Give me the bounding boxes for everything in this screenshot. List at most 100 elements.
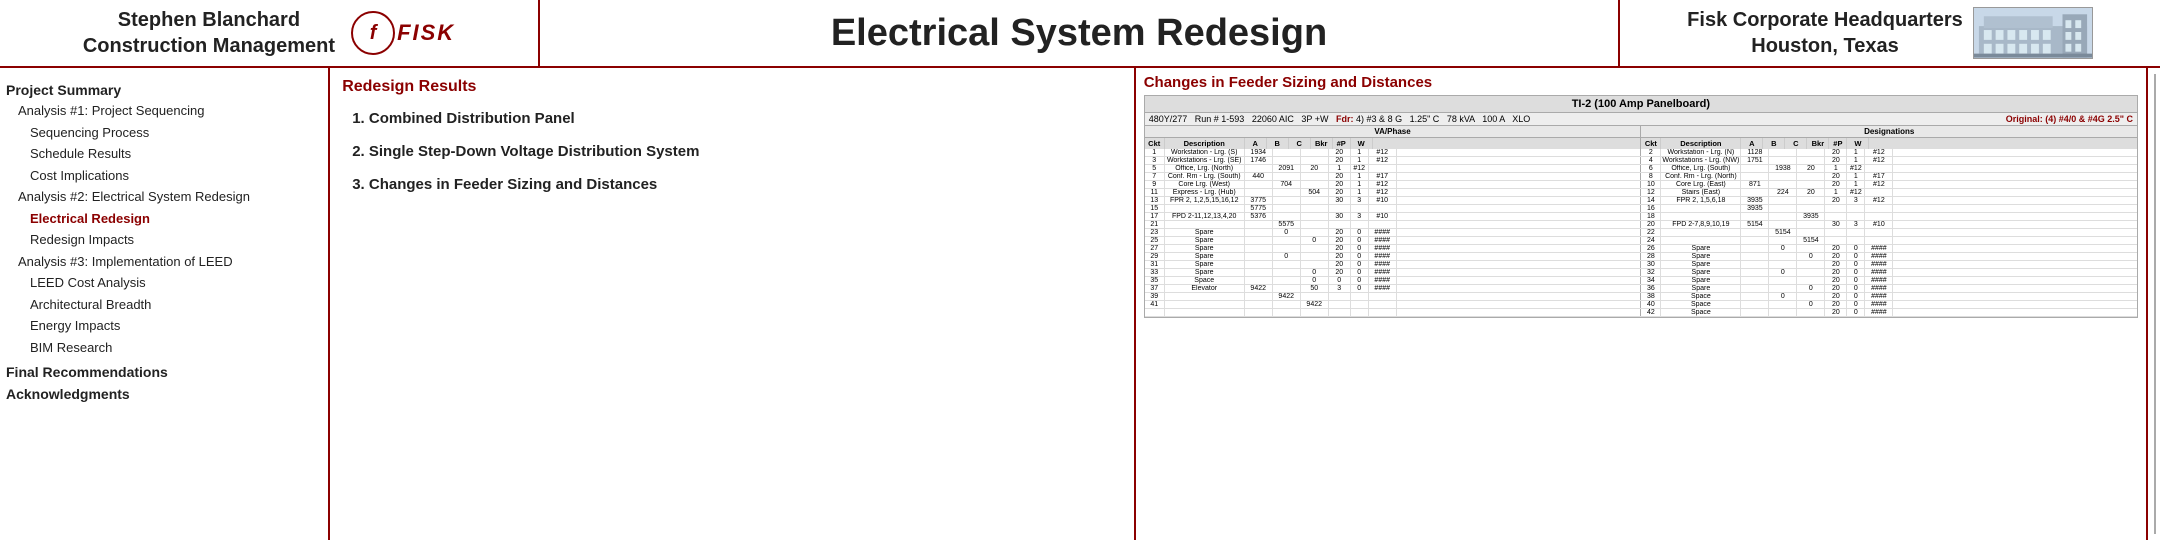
- sidebar-item-analysis1[interactable]: Analysis #1: Project Sequencing: [6, 100, 322, 122]
- cell: ####: [1369, 261, 1397, 268]
- cell: 20: [1329, 229, 1351, 236]
- sidebar-item-analysis3[interactable]: Analysis #3: Implementation of LEED: [6, 251, 322, 273]
- cell: 22: [1641, 229, 1661, 236]
- cell: 8: [1641, 173, 1661, 180]
- cell: [1865, 189, 1893, 196]
- col-header-left-bkr: Bkr: [1311, 138, 1333, 149]
- cell: [1797, 261, 1825, 268]
- cell: #12: [1865, 197, 1893, 204]
- cell: [1351, 221, 1369, 228]
- cell: [1825, 237, 1847, 244]
- cell: [1769, 253, 1797, 260]
- cell: Spare: [1165, 269, 1245, 276]
- cell: Space: [1165, 277, 1245, 284]
- cell: 29: [1145, 253, 1165, 260]
- cell: 38: [1641, 293, 1661, 300]
- cell: [1741, 301, 1769, 308]
- cell: Express - Lrg. (Hub): [1165, 189, 1245, 196]
- cell: [1165, 205, 1245, 212]
- cell: [1865, 237, 1893, 244]
- cell: [1769, 301, 1797, 308]
- cell: [1797, 293, 1825, 300]
- sidebar-item-final-recommendations: Final Recommendations: [6, 364, 322, 380]
- cell: #17: [1369, 173, 1397, 180]
- sidebar-item-architectural-breadth[interactable]: Architectural Breadth: [6, 294, 322, 316]
- cell: 32: [1641, 269, 1661, 276]
- cell: #12: [1369, 149, 1397, 156]
- sidebar-item-redesign-impacts[interactable]: Redesign Impacts: [6, 229, 322, 251]
- cell: 3775: [1245, 197, 1273, 204]
- sidebar-item-cost-implications[interactable]: Cost Implications: [6, 165, 322, 187]
- cell: [1273, 269, 1301, 276]
- col-header-right-#p: #P: [1829, 138, 1847, 149]
- cell: Spare: [1165, 245, 1245, 252]
- cell: [1301, 261, 1329, 268]
- cell: [1245, 269, 1273, 276]
- cell: 14: [1641, 197, 1661, 204]
- sidebar-item-schedule-results[interactable]: Schedule Results: [6, 143, 322, 165]
- cell: Elevator: [1165, 285, 1245, 292]
- cell: Spare: [1661, 261, 1741, 268]
- cell: [1273, 245, 1301, 252]
- col-header-left-c: C: [1289, 138, 1311, 149]
- cell: 1: [1847, 149, 1865, 156]
- fisk-logo-text: FISK: [397, 20, 455, 46]
- cell: 20: [1825, 293, 1847, 300]
- cell: #12: [1865, 157, 1893, 164]
- cell: 0: [1847, 269, 1865, 276]
- middle-panel: Redesign Results 1. Combined Distributio…: [330, 68, 1136, 540]
- cell: Workstation - Lrg. (N): [1661, 149, 1741, 156]
- sidebar-item-analysis2[interactable]: Analysis #2: Electrical System Redesign: [6, 186, 322, 208]
- cell: [1301, 213, 1329, 220]
- cell: FPR 2, 1,2,5,15,16,12: [1165, 197, 1245, 204]
- sidebar-item-energy-impacts[interactable]: Energy Impacts: [6, 315, 322, 337]
- cell: [1741, 285, 1769, 292]
- cell: 20: [1641, 221, 1661, 228]
- cell: 20: [1825, 157, 1847, 164]
- cell: [1273, 173, 1301, 180]
- cell: 1: [1329, 165, 1351, 172]
- cell: 1128: [1741, 149, 1769, 156]
- table-row: 25Spare0200####245154: [1145, 237, 2137, 245]
- cell: ####: [1865, 245, 1893, 252]
- cell: ####: [1369, 277, 1397, 284]
- cell: 2: [1641, 149, 1661, 156]
- cell: [1351, 301, 1369, 308]
- cell: 23: [1145, 229, 1165, 236]
- cell: [1301, 157, 1329, 164]
- table-row: 35Space000####34Spare200####: [1145, 277, 2137, 285]
- cell: [1301, 149, 1329, 156]
- panel-table: TI-2 (100 Amp Panelboard) 480Y/277 Run #…: [1144, 95, 2138, 318]
- fisk-logo: f FISK: [351, 11, 455, 55]
- sidebar-item-project-summary: Project Summary: [6, 82, 322, 98]
- cell: Spare: [1661, 285, 1741, 292]
- sidebar-item-electrical-redesign[interactable]: Electrical Redesign: [6, 208, 322, 230]
- cell: [1165, 293, 1245, 300]
- cell: [1245, 293, 1273, 300]
- cell: 1: [1351, 181, 1369, 188]
- cell: 11: [1145, 189, 1165, 196]
- cell: FPD 2-11,12,13,4,20: [1165, 213, 1245, 220]
- cell: [1369, 293, 1397, 300]
- table-row: 7Conf. Rm - Lrg. (South)440201#178Conf. …: [1145, 173, 2137, 181]
- cell: 27: [1145, 245, 1165, 252]
- cell: 0: [1847, 301, 1865, 308]
- sidebar-item-bim-research[interactable]: BIM Research: [6, 337, 322, 359]
- table-panel-title: Changes in Feeder Sizing and Distances: [1144, 74, 2138, 91]
- cell: 0: [1351, 285, 1369, 292]
- cell: 20: [1825, 245, 1847, 252]
- cell: 26: [1641, 245, 1661, 252]
- cell: 20: [1825, 285, 1847, 292]
- cell: 30: [1825, 221, 1847, 228]
- cell: [1661, 205, 1741, 212]
- cell: 24: [1641, 237, 1661, 244]
- cell: 0: [1797, 285, 1825, 292]
- cell: [1797, 269, 1825, 276]
- cell: ####: [1865, 301, 1893, 308]
- diagram-inner: DP (Office Bldg.) Main 1 2 3 4 5 6 7 8: [2154, 74, 2156, 534]
- cell: #10: [1865, 221, 1893, 228]
- cell: [1369, 205, 1397, 212]
- cell: [1273, 213, 1301, 220]
- sidebar-item-sequencing-process[interactable]: Sequencing Process: [6, 122, 322, 144]
- sidebar-item-leed-cost-analysis[interactable]: LEED Cost Analysis: [6, 272, 322, 294]
